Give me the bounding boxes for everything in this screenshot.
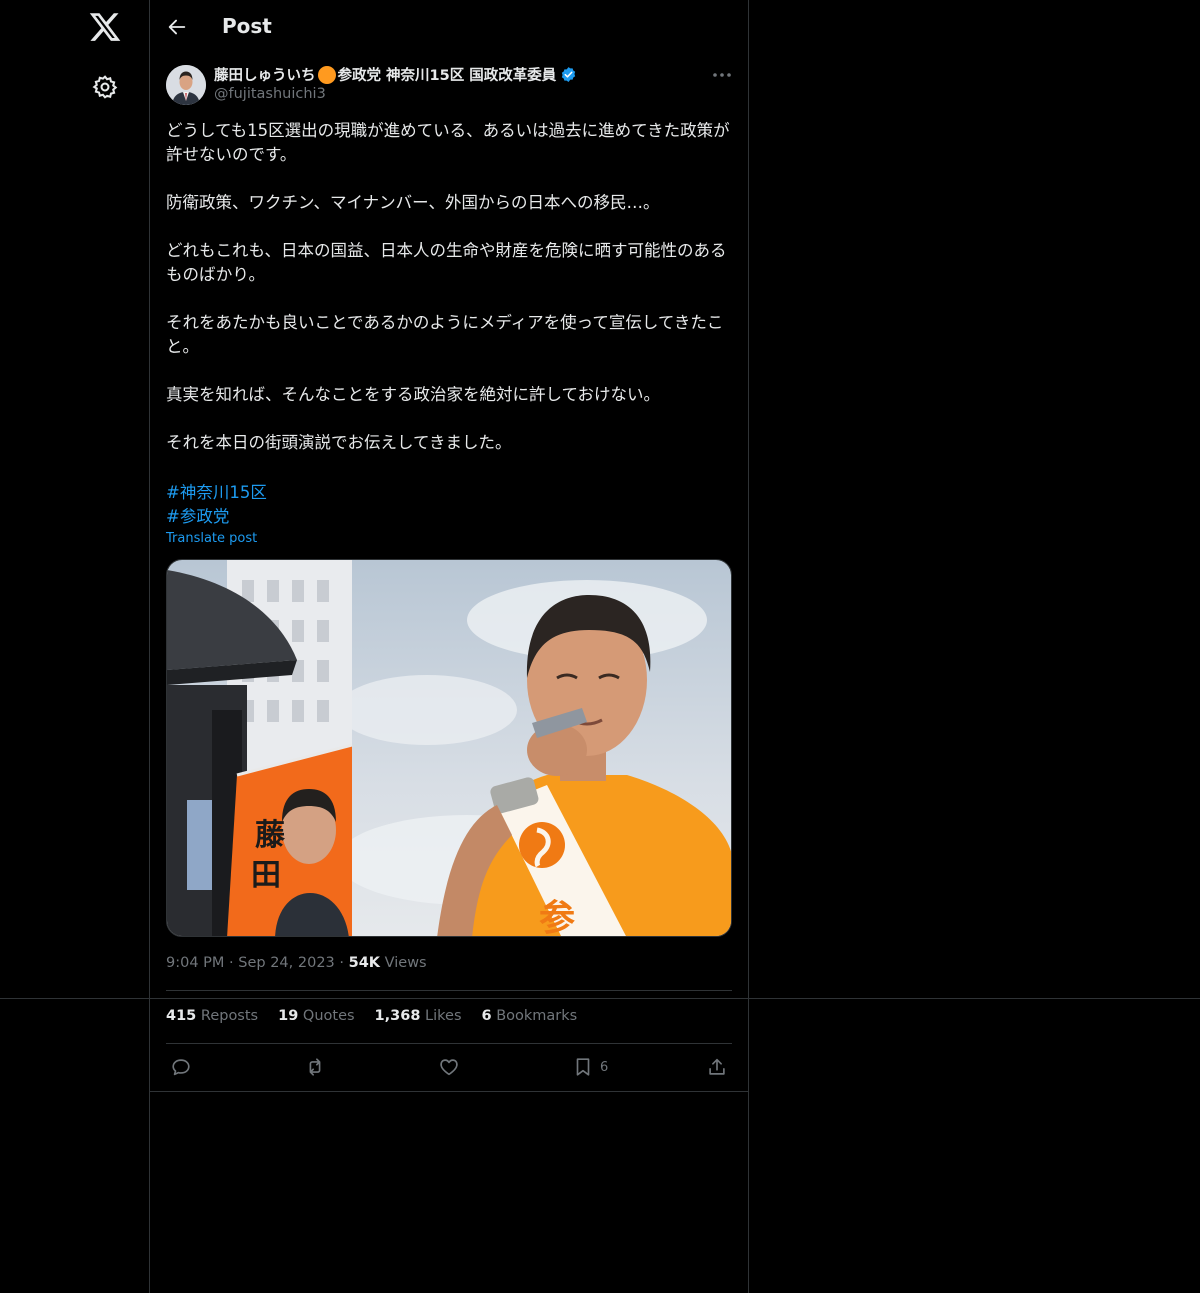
orange-circle-emoji — [317, 65, 336, 84]
bookmarks-count: 6 — [481, 1008, 492, 1024]
author-name[interactable]: 藤田しゅういち — [214, 64, 316, 85]
divider — [166, 990, 732, 991]
bookmark-button[interactable]: 6 — [572, 1054, 608, 1080]
verified-badge-icon[interactable] — [560, 66, 577, 83]
poster-text: 藤 — [255, 818, 286, 853]
column-border-right — [748, 0, 749, 1293]
more-icon[interactable] — [710, 64, 734, 86]
post-photo: 藤 田 参 — [167, 560, 731, 937]
post-image[interactable]: 藤 田 参 — [166, 559, 732, 937]
divider — [150, 1091, 748, 1092]
page: Post 藤田しゅういち 参政党 神奈川15区 国政改革委員 @fujitash… — [0, 0, 1200, 1293]
views-count: 54K — [348, 955, 381, 971]
quotes-label: Quotes — [302, 1008, 355, 1024]
left-rail — [0, 0, 150, 1293]
like-button[interactable] — [438, 1054, 460, 1080]
action-bar: 6 — [166, 1054, 732, 1082]
page-title: Post — [222, 14, 272, 38]
views-label: Views — [384, 955, 427, 971]
reposts-stat[interactable]: 415 Reposts — [166, 1008, 258, 1024]
meta-separator: · — [229, 955, 239, 971]
share-icon — [709, 1058, 725, 1075]
author-name-row: 藤田しゅういち 参政党 神奈川15区 国政改革委員 — [214, 64, 577, 85]
post-meta: 9:04 PM · Sep 24, 2023 · 54K Views — [166, 955, 427, 971]
back-arrow-icon[interactable] — [166, 16, 188, 38]
repost-icon — [309, 1058, 321, 1076]
header: Post — [150, 0, 748, 54]
sash-text: 参 — [539, 898, 575, 937]
divider — [166, 1043, 732, 1044]
meta-separator: · — [339, 955, 349, 971]
avatar[interactable] — [166, 65, 206, 105]
bookmarks-label: Bookmarks — [496, 1008, 578, 1024]
x-logo-icon[interactable] — [88, 10, 122, 44]
quotes-count: 19 — [278, 1008, 299, 1024]
share-button[interactable] — [706, 1054, 728, 1080]
reply-button[interactable] — [170, 1054, 192, 1080]
likes-label: Likes — [425, 1008, 462, 1024]
repost-button[interactable] — [304, 1054, 326, 1080]
bookmarks-stat[interactable]: 6 Bookmarks — [482, 1008, 578, 1024]
reply-icon — [172, 1059, 190, 1076]
poster-text: 田 — [251, 858, 281, 893]
reposts-label: Reposts — [200, 1008, 259, 1024]
author-name-suffix[interactable]: 参政党 神奈川15区 国政改革委員 — [338, 64, 557, 85]
hashtag-link[interactable]: #参政党 — [166, 503, 229, 527]
likes-stat[interactable]: 1,368 Likes — [375, 1008, 462, 1024]
post-date[interactable]: Sep 24, 2023 — [238, 955, 335, 971]
translate-post-link[interactable]: Translate post — [166, 531, 257, 546]
engagement-stats: 415 Reposts 19 Quotes 1,368 Likes 6 Book… — [166, 1008, 577, 1024]
gear-icon[interactable] — [92, 74, 118, 100]
hashtag-link[interactable]: #神奈川15区 — [166, 479, 267, 503]
reposts-count: 415 — [166, 1008, 197, 1024]
post-time[interactable]: 9:04 PM — [166, 955, 224, 971]
author-handle[interactable]: @fujitashuichi3 — [214, 86, 326, 102]
like-icon — [440, 1059, 458, 1076]
bookmark-icon — [576, 1058, 590, 1076]
post-text: どうしても15区選出の現職が進めている、あるいは過去に進めてきた政策が許せないの… — [166, 121, 730, 452]
bookmark-count: 6 — [600, 1059, 609, 1075]
main-column: Post 藤田しゅういち 参政党 神奈川15区 国政改革委員 @fujitash… — [150, 0, 748, 1293]
likes-count: 1,368 — [374, 1008, 421, 1024]
quotes-stat[interactable]: 19 Quotes — [278, 1008, 354, 1024]
